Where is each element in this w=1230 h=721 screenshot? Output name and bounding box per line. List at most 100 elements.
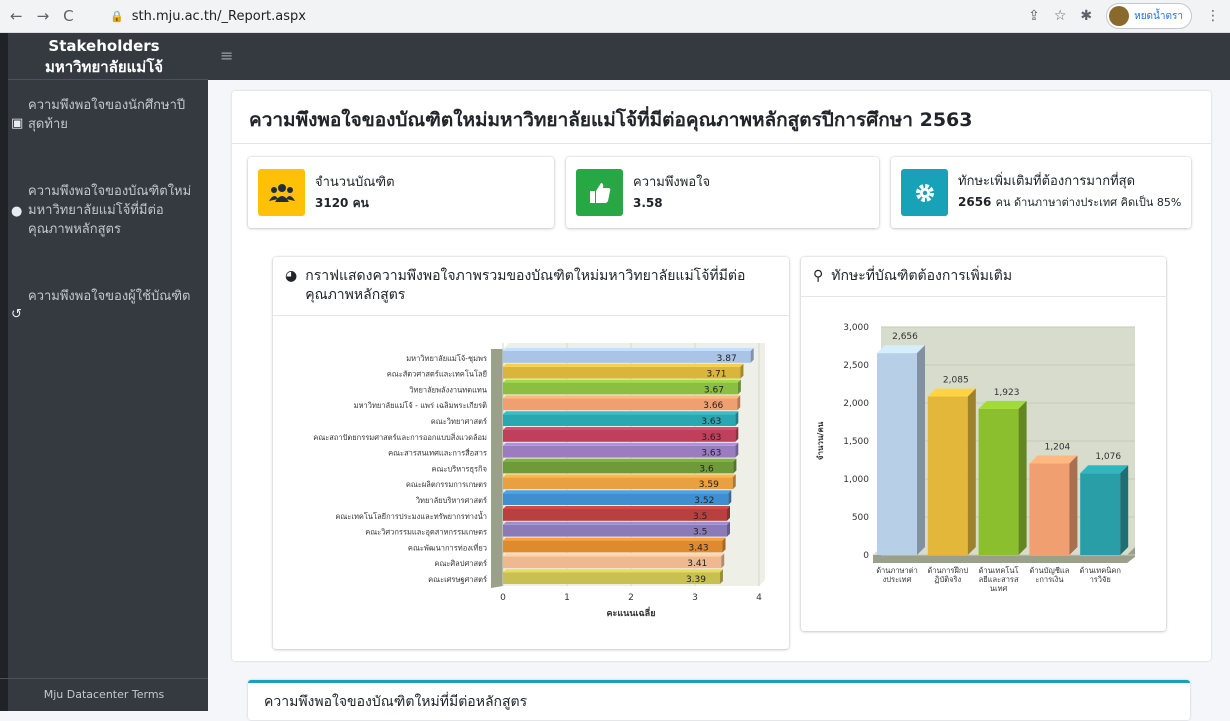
data-label: 3.66 bbox=[703, 401, 723, 411]
bar bbox=[503, 398, 738, 411]
bar-top bbox=[1029, 455, 1078, 464]
data-label: 2,085 bbox=[943, 376, 969, 386]
data-label: 1,204 bbox=[1045, 442, 1071, 452]
bar bbox=[978, 408, 1019, 555]
forward-icon[interactable]: → bbox=[37, 7, 50, 25]
avatar bbox=[1109, 6, 1130, 26]
back-icon[interactable]: ← bbox=[10, 7, 23, 25]
data-label: 3.71 bbox=[706, 370, 726, 380]
y-tick-label: 3,000 bbox=[843, 323, 869, 333]
x-tick-label: 4 bbox=[756, 593, 762, 603]
x-axis-title: คะแนนเฉลี่ย bbox=[607, 606, 656, 619]
panel-title: กราฟแสดงความพึงพอใจภาพรวมของบัณฑิตใหม่มห… bbox=[305, 268, 746, 303]
bar-top bbox=[503, 521, 730, 525]
category-label: คณะสารสนเทศและการสื่อสาร bbox=[388, 448, 487, 458]
category-label: งประเทศ bbox=[883, 575, 912, 584]
category-label: ด้านเทคโนโ bbox=[979, 566, 1019, 575]
footer-terms[interactable]: Mju Datacenter Terms bbox=[0, 678, 208, 711]
data-label: 3.63 bbox=[701, 433, 721, 443]
info-label: จำนวนบัณฑิต bbox=[315, 174, 395, 190]
y-tick-label: 0 bbox=[863, 551, 869, 561]
category-label: ด้านเทคนิคก bbox=[1079, 566, 1120, 575]
hamburger-menu-icon[interactable]: ≡ bbox=[220, 46, 233, 65]
bar bbox=[1029, 463, 1070, 555]
bar-top bbox=[503, 395, 741, 399]
category-label: นเทศ bbox=[990, 584, 1008, 593]
category-label: คณะวิทยาศาสตร์ bbox=[431, 417, 487, 426]
bar-top bbox=[503, 411, 739, 415]
thumbs-up-icon bbox=[576, 169, 623, 216]
curriculum-satisfaction-card: ความพึงพอใจของบัณฑิตใหม่ที่มีต่อหลักสูตร bbox=[248, 680, 1190, 720]
category-label: มหาวิทยาลัยแม่โจ้-ชุมพร bbox=[406, 354, 487, 363]
bar-top bbox=[503, 474, 736, 478]
map-marker-icon: ⚲ bbox=[813, 268, 824, 284]
data-label: 3.39 bbox=[686, 575, 706, 585]
sidebar-item-student-satisfaction[interactable]: ▣ ความพึงพอใจของนักศึกษาปีสุดท้าย bbox=[0, 92, 208, 138]
y-tick-label: 2,500 bbox=[843, 361, 869, 371]
category-label: คณะศิลปศาสตร์ bbox=[434, 559, 487, 568]
sidebar-item-label: ความพึงพอใจของผู้ใช้บัณฑิต bbox=[28, 289, 191, 304]
bar-top bbox=[1080, 465, 1129, 474]
profile-button[interactable]: หยดน้ำตรา bbox=[1106, 3, 1192, 29]
star-icon[interactable]: ☆ bbox=[1054, 8, 1067, 24]
brand-line2: มหาวิทยาลัยแม่โจ้ bbox=[44, 58, 164, 76]
bar bbox=[503, 351, 751, 363]
data-label: 1,076 bbox=[1095, 452, 1121, 462]
bar-side bbox=[1018, 400, 1027, 555]
users-icon bbox=[258, 169, 305, 216]
category-label: คณะพัฒนาการท่องเที่ยว bbox=[408, 542, 487, 552]
bar-top bbox=[503, 553, 725, 557]
info-label: ความพึงพอใจ bbox=[633, 174, 711, 190]
share-icon[interactable]: ⇪ bbox=[1028, 8, 1040, 24]
bar bbox=[927, 396, 968, 555]
info-box-skills: ทักษะเพิ่มเติมที่ต้องการมากที่สุด 2656 ค… bbox=[891, 157, 1191, 228]
axis-wall bbox=[491, 349, 503, 588]
lock-icon: 🔒 bbox=[110, 9, 124, 23]
bar bbox=[503, 366, 741, 379]
category-label: ด้านการฝึกป bbox=[927, 566, 968, 575]
bar bbox=[877, 353, 917, 555]
bar-top bbox=[503, 348, 754, 351]
data-label: 3.59 bbox=[699, 480, 719, 490]
data-label: 3.87 bbox=[717, 354, 737, 364]
bar-top bbox=[978, 400, 1027, 409]
bar-side bbox=[1120, 465, 1129, 555]
bar bbox=[1080, 473, 1121, 555]
reload-icon[interactable]: C bbox=[63, 7, 73, 25]
bar-top bbox=[503, 379, 741, 383]
horizontal-bar-chart: 0 1 2 3 4 คะแนนเฉลี่ย มหาวิทยาลัยแม่โจ้-ชุมพร 3… bbox=[313, 343, 765, 619]
bar-top bbox=[503, 490, 732, 494]
bar-top bbox=[503, 442, 739, 446]
data-label: 3.52 bbox=[694, 496, 714, 506]
data-label: 3.43 bbox=[689, 543, 709, 553]
sidebar-item-employer-satisfaction[interactable]: ↺ ความพึงพอใจของผู้ใช้บัณฑิต bbox=[0, 283, 208, 322]
y-tick-label: 1,000 bbox=[843, 475, 869, 485]
user-icon: ● bbox=[11, 204, 23, 219]
topbar: ≡ bbox=[208, 33, 1230, 80]
data-label: 3.63 bbox=[701, 449, 721, 459]
brand[interactable]: Stakeholders มหาวิทยาลัยแม่โจ้ bbox=[0, 33, 208, 80]
category-label: คณะบริหารธุรกิจ bbox=[431, 464, 487, 473]
satisfaction-chart-panel: ◕ กราฟแสดงความพึงพอใจภาพรวมของบัณฑิตใหม่… bbox=[273, 257, 789, 649]
category-label: วิทยาลัยบริหารศาสตร์ bbox=[415, 496, 487, 505]
extensions-icon[interactable]: ✱ bbox=[1080, 8, 1092, 24]
category-label: มหาวิทยาลัยแม่โจ้ - แพร่ เฉลิมพระเกียรติ bbox=[354, 401, 487, 410]
info-value: 3120 คน bbox=[315, 195, 369, 210]
bar-top bbox=[927, 388, 976, 397]
sidebar-item-label: ความพึงพอใจของบัณฑิตใหม่มหาวิทยาลัยแม่โจ… bbox=[28, 184, 192, 237]
sidebar-item-graduate-satisfaction[interactable]: ● ความพึงพอใจของบัณฑิตใหม่มหาวิทยาลัยแม่… bbox=[0, 178, 208, 243]
category-label: คณะเศรษฐศาสตร์ bbox=[428, 575, 487, 584]
history-icon: ↺ bbox=[11, 307, 22, 322]
bar-top bbox=[503, 537, 726, 541]
x-tick-label: 0 bbox=[500, 593, 506, 603]
address-bar[interactable]: 🔒 sth.mju.ac.th/_Report.aspx bbox=[110, 9, 306, 24]
card-title: ความพึงพอใจของบัณฑิตใหม่ที่มีต่อหลักสูตร bbox=[264, 694, 528, 710]
info-value: 2656 bbox=[958, 195, 992, 209]
y-tick-label: 500 bbox=[852, 513, 869, 523]
x-tick-label: 3 bbox=[692, 593, 698, 603]
bar-side bbox=[1069, 455, 1078, 555]
gear-icon bbox=[901, 169, 948, 216]
info-value: 3.58 bbox=[633, 195, 663, 210]
category-label: ารวิจัย bbox=[1090, 575, 1111, 584]
browser-menu-icon[interactable]: ⋮ bbox=[1206, 8, 1220, 24]
